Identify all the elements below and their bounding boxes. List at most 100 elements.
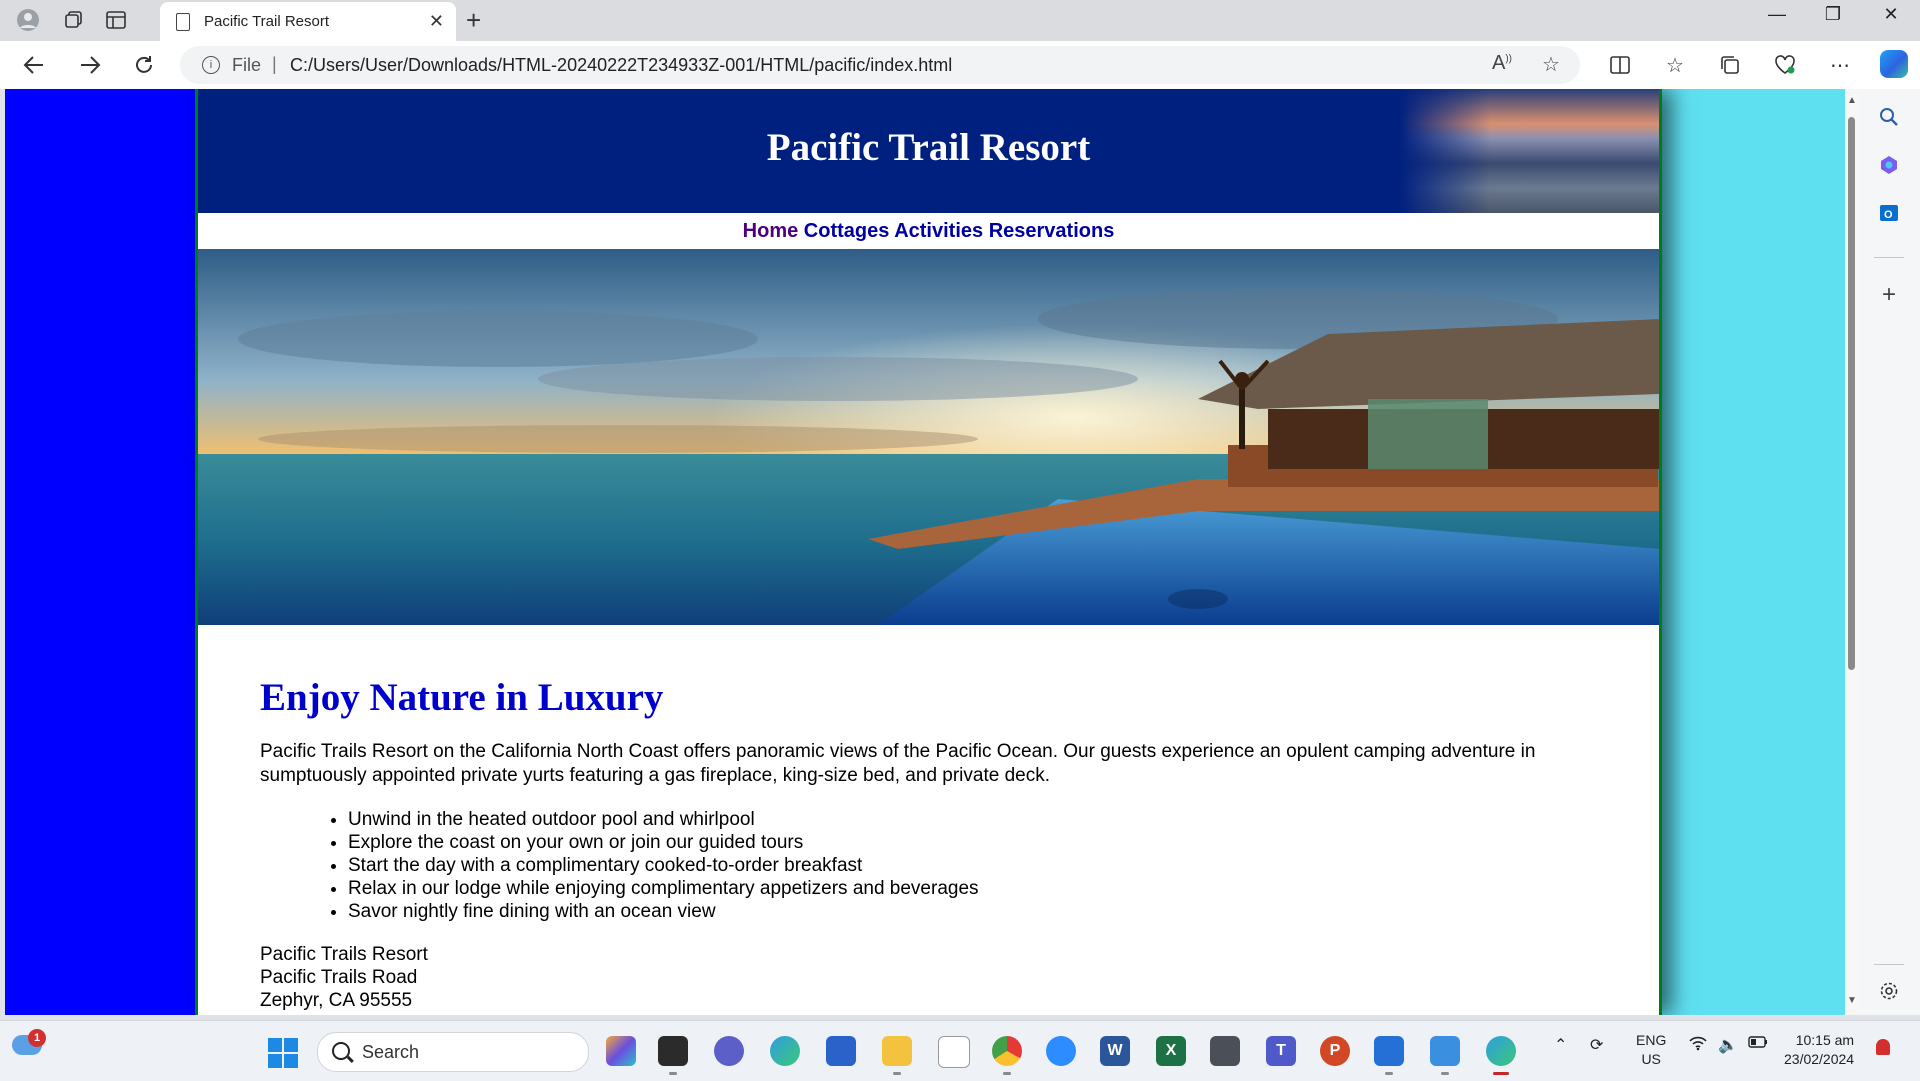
zoom-app[interactable] [1046,1036,1076,1066]
back-icon[interactable] [16,49,52,81]
show-hidden-icons[interactable]: ⌃ [1554,1035,1567,1055]
page-wrapper: Pacific Trail Resort Home Cottages Activ… [195,89,1662,1015]
wifi-icon[interactable] [1688,1035,1708,1056]
svg-text:O: O [1884,209,1893,221]
list-item: Explore the coast on your own or join ou… [348,831,1640,854]
nav-cottages-link[interactable]: Cottages [804,220,890,242]
split-screen-icon[interactable] [1606,51,1634,79]
copilot-icon[interactable] [1880,50,1908,78]
close-window-icon[interactable]: ✕ [1866,4,1916,25]
notepad-app[interactable] [1430,1036,1460,1075]
system-clock[interactable]: 10:15 am 23/02/2024 [1784,1031,1854,1069]
start-button[interactable] [268,1038,298,1068]
search-icon [332,1042,350,1060]
taskbar-search[interactable]: Search [317,1032,589,1072]
new-tab-button[interactable]: + [466,5,481,36]
word-app[interactable]: W [1100,1036,1130,1066]
profile-icon[interactable] [12,6,44,34]
scheme-label: File [232,55,262,75]
copilot-icon[interactable] [1875,151,1903,179]
terminal-app[interactable] [658,1036,688,1075]
address-line: Zephyr, CA 95555 [260,990,413,1011]
volume-icon[interactable]: 🔈 [1718,1035,1738,1055]
tab-strip: Pacific Trail Resort ✕ + — ❐ ✕ [0,0,1920,41]
list-item: Start the day with a complimentary cooke… [348,854,1640,877]
active-tab[interactable]: Pacific Trail Resort ✕ [160,2,456,41]
search-icon[interactable] [1875,103,1903,131]
edge-app[interactable] [770,1036,800,1066]
close-tab-icon[interactable]: ✕ [429,11,444,32]
language-code: ENG [1636,1032,1667,1048]
battery-icon[interactable] [1748,1035,1768,1053]
powerpoint-app[interactable]: P [1320,1036,1350,1066]
address-line: Pacific Trails Road [260,967,418,988]
tab-actions-icon[interactable] [100,6,132,34]
store-app[interactable] [826,1036,856,1066]
list-item: Savor nightly fine dining with an ocean … [348,900,1640,923]
restore-icon[interactable]: ❐ [1808,4,1858,25]
page-viewport: Pacific Trail Resort Home Cottages Activ… [5,89,1845,1015]
page-icon [176,12,190,31]
workspaces-icon[interactable] [58,6,90,34]
minimize-icon[interactable]: — [1752,4,1802,25]
phone-number: 888-555-5555 [260,1012,1640,1015]
hero-image [198,249,1659,625]
scroll-up-icon[interactable]: ▲ [1847,95,1857,106]
mail-app[interactable] [1210,1036,1240,1066]
address-bar-row: i File | C:/Users/User/Downloads/HTML-20… [0,41,1920,89]
notification-bell-icon[interactable] [1876,1039,1890,1055]
excel-app[interactable]: X [1156,1036,1186,1066]
add-icon[interactable]: + [1875,281,1903,309]
intro-paragraph: Pacific Trails Resort on the California … [260,741,1536,786]
copilot-pre-app[interactable] [606,1036,636,1066]
collections-icon[interactable] [1716,51,1744,79]
address-line: Pacific Trails Resort [260,944,428,965]
vscode-app[interactable] [1374,1036,1404,1075]
refresh-icon[interactable] [126,49,162,81]
edge-active-app[interactable] [1486,1036,1516,1075]
tab-title: Pacific Trail Resort [204,13,330,30]
list-item: Relax in our lodge while enjoying compli… [348,877,1640,900]
site-title: Pacific Trail Resort [766,126,1091,169]
sync-icon[interactable]: ⟳ [1590,1035,1603,1055]
nav-activities-link[interactable]: Activities [894,220,983,242]
nav-home-link[interactable]: Home [743,220,799,242]
site-nav: Home Cottages Activities Reservations [198,213,1659,249]
search-label: Search [362,1042,420,1062]
clock-time: 10:15 am [1795,1032,1855,1048]
scroll-thumb[interactable] [1848,117,1855,670]
browser-essentials-icon[interactable] [1771,51,1799,79]
file-explorer-app[interactable] [882,1036,912,1075]
read-aloud-icon[interactable]: A)) [1492,52,1512,75]
chrome-app[interactable] [992,1036,1022,1075]
forward-icon[interactable] [72,49,108,81]
favorites-icon[interactable]: ☆ [1661,51,1689,79]
taskbar: 1 Search W X T P ⌃ ⟳ ENG US 🔈 10:15 am 2… [0,1020,1920,1081]
scroll-down-icon[interactable]: ▼ [1847,995,1857,1006]
address-separator: | [272,54,277,74]
notification-badge: 1 [28,1029,46,1047]
left-background [5,89,195,1015]
vertical-scrollbar[interactable]: ▲ ▼ [1845,89,1858,1015]
outlook-icon[interactable]: O [1875,199,1903,227]
address-bar[interactable]: i File | C:/Users/User/Downloads/HTML-20… [180,46,1580,84]
notepad-file-app[interactable] [938,1036,970,1068]
right-background [1662,89,1845,1015]
more-icon[interactable]: ⋯ [1826,51,1854,79]
site-header: Pacific Trail Resort [198,89,1659,213]
clock-date: 23/02/2024 [1784,1051,1855,1067]
language-indicator[interactable]: ENG US [1636,1031,1666,1069]
messaging-app[interactable] [714,1036,744,1066]
contact-address: Pacific Trails Resort Pacific Trails Roa… [260,943,1640,1015]
settings-icon[interactable] [1875,977,1903,1005]
nav-reservations-link[interactable]: Reservations [989,220,1115,242]
windows-logo-icon [268,1038,282,1052]
favorite-star-icon[interactable]: ☆ [1542,52,1560,77]
page-heading: Enjoy Nature in Luxury [260,676,664,719]
list-item: Unwind in the heated outdoor pool and wh… [348,808,1640,831]
region-code: US [1641,1051,1661,1067]
url-text[interactable]: C:/Users/User/Downloads/HTML-20240222T23… [290,55,952,76]
teams-app[interactable]: T [1266,1036,1296,1066]
browser-sidebar: O + [1858,89,1920,1015]
site-info-icon[interactable]: i [202,56,220,74]
